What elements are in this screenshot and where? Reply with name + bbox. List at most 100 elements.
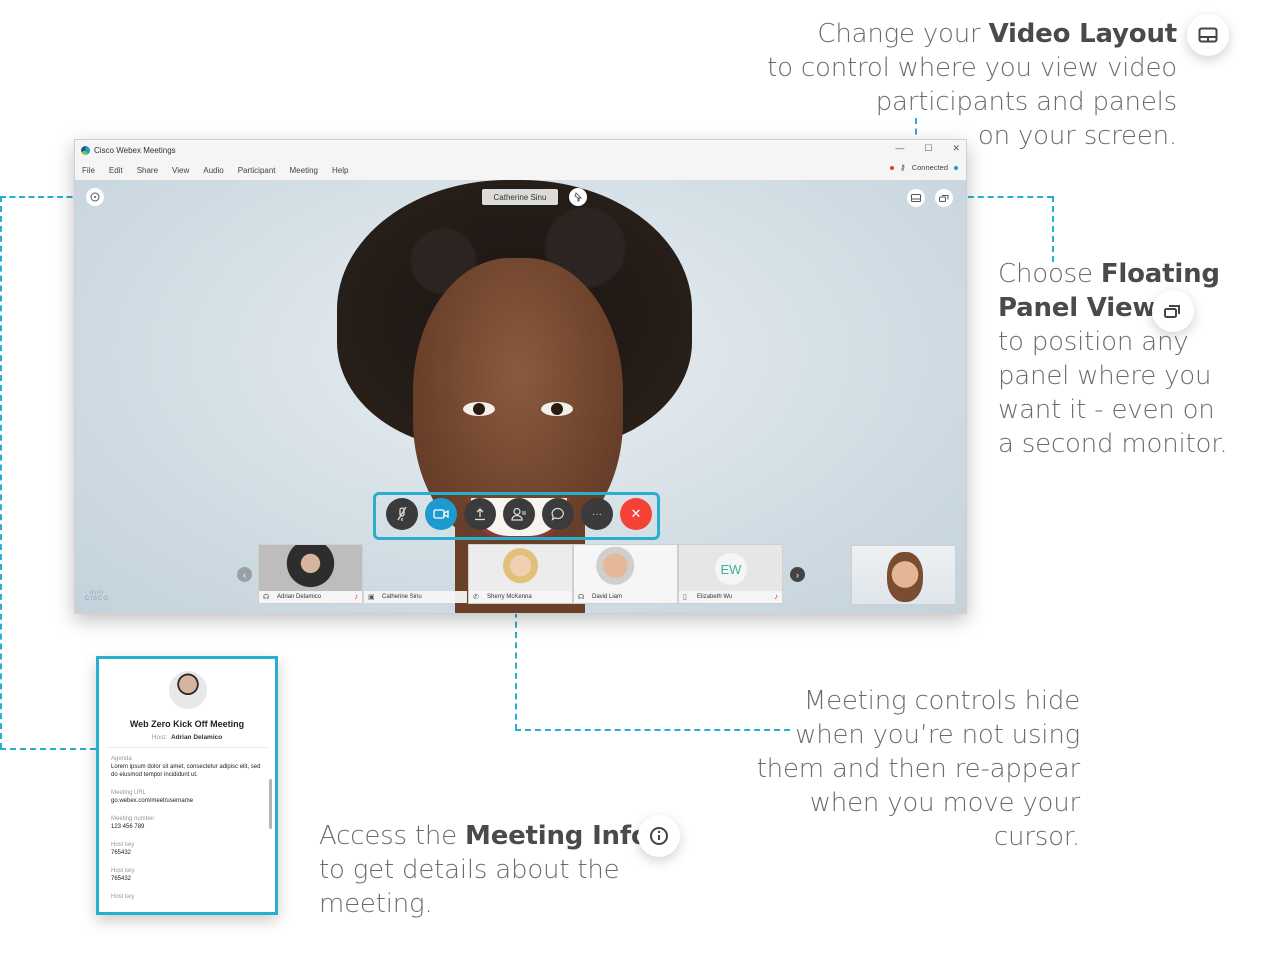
video-button[interactable] bbox=[425, 498, 457, 530]
webex-window: Cisco Webex Meetings — ☐ ✕ File Edit Sha… bbox=[74, 139, 967, 614]
participant-strip: ☊ Adrian Delamico ♪ ▣ Catherine Sinu ✆ Sherr… bbox=[258, 544, 783, 604]
participant-name: Sherry McKenna bbox=[487, 594, 532, 600]
floating-panel-button[interactable] bbox=[935, 189, 953, 207]
mute-button[interactable] bbox=[386, 498, 418, 530]
maximize-icon[interactable]: ☐ bbox=[924, 143, 932, 154]
pin-button[interactable] bbox=[569, 188, 587, 206]
participant-video bbox=[574, 545, 677, 591]
participant-tile[interactable]: ✆ Sherry McKenna bbox=[468, 544, 573, 604]
menu-file[interactable]: File bbox=[82, 166, 95, 175]
menu-bar: File Edit Share View Audio Participant M… bbox=[75, 160, 966, 180]
title-bar: Cisco Webex Meetings — ☐ ✕ bbox=[75, 140, 966, 160]
participant-tile[interactable]: EW ▯ Elizabeth Wu ♪ bbox=[678, 544, 783, 604]
active-speaker-name: Catherine Sinu bbox=[482, 189, 558, 205]
end-meeting-button[interactable]: ✕ bbox=[620, 498, 652, 530]
meeting-title: Web Zero Kick Off Meeting bbox=[129, 719, 245, 729]
participant-video bbox=[259, 545, 362, 591]
video-stage: Catherine Sinu ··· ✕ ‹ ☊ Adrian Delamico… bbox=[75, 180, 966, 613]
meeting-controls: ··· ✕ bbox=[386, 498, 652, 530]
video-system-icon: ▣ bbox=[368, 594, 375, 601]
self-view-video[interactable] bbox=[851, 545, 956, 605]
host-key: 765432 bbox=[111, 850, 132, 856]
mobile-icon: ▯ bbox=[683, 594, 687, 601]
connector-info-panel bbox=[0, 748, 96, 750]
close-icon[interactable]: ✕ bbox=[952, 143, 960, 154]
pin-icon bbox=[574, 192, 583, 202]
headset-icon: ☊ bbox=[263, 594, 270, 601]
video-layout-icon bbox=[1198, 27, 1218, 43]
menu-meeting[interactable]: Meeting bbox=[290, 166, 318, 175]
chat-bubble-icon bbox=[551, 507, 564, 521]
meeting-host: Host: Adrian Delamico bbox=[151, 734, 223, 741]
menu-audio[interactable]: Audio bbox=[203, 166, 223, 175]
divider bbox=[107, 747, 267, 748]
connector-floating-panel bbox=[958, 196, 1053, 198]
minimize-icon[interactable]: — bbox=[895, 143, 904, 154]
meeting-info-hint-badge bbox=[638, 815, 680, 857]
microphone-muted-icon: ♪ bbox=[774, 592, 778, 601]
callout-floating-panel: Choose Floating Panel View to position a… bbox=[998, 259, 1228, 459]
floating-panel-icon bbox=[1164, 305, 1180, 318]
participants-button[interactable] bbox=[503, 498, 535, 530]
participant-tile[interactable]: ☊ David Liam bbox=[573, 544, 678, 604]
webex-logo-icon bbox=[81, 145, 90, 155]
participant-tile[interactable]: ☊ Adrian Delamico ♪ bbox=[258, 544, 363, 604]
share-upload-icon bbox=[475, 508, 485, 521]
more-button[interactable]: ··· bbox=[581, 498, 613, 530]
host-avatar bbox=[169, 671, 207, 709]
participants-icon bbox=[511, 507, 526, 521]
menu-share[interactable]: Share bbox=[137, 166, 158, 175]
participant-name: Elizabeth Wu bbox=[697, 594, 733, 600]
floating-panel-icon bbox=[939, 195, 949, 202]
callout-meeting-info: Access the Meeting Info to get details a… bbox=[319, 821, 649, 919]
avatar-initials: EW bbox=[715, 553, 747, 585]
more-icon: ··· bbox=[592, 508, 602, 520]
connector-floating-panel-v bbox=[1052, 196, 1054, 262]
microphone-muted-icon: ♪ bbox=[354, 592, 358, 601]
chat-button[interactable] bbox=[542, 498, 574, 530]
callout-meeting-controls: Meeting controls hide when you’re not us… bbox=[756, 686, 1081, 852]
connector-info bbox=[0, 196, 82, 198]
participant-tile[interactable]: ▣ Catherine Sinu bbox=[363, 544, 468, 604]
video-camera-icon bbox=[433, 509, 449, 519]
meeting-info-button[interactable] bbox=[86, 188, 104, 206]
participant-video bbox=[469, 545, 572, 591]
meeting-info-fields: Agenda Lorem ipsum dolor sit amet, conse… bbox=[111, 755, 265, 901]
app-title: Cisco Webex Meetings bbox=[94, 145, 176, 155]
video-layout-hint-badge bbox=[1187, 14, 1229, 56]
meeting-url-link[interactable]: go.webex.com/meet/username bbox=[111, 797, 265, 805]
chevron-right-icon: › bbox=[796, 569, 799, 580]
strip-prev-button[interactable]: ‹ bbox=[237, 567, 252, 582]
chevron-left-icon: ‹ bbox=[243, 569, 246, 580]
video-layout-button[interactable] bbox=[907, 189, 925, 207]
connected-dot-icon bbox=[954, 165, 958, 170]
microphone-muted-icon bbox=[397, 506, 407, 521]
floating-panel-hint-badge bbox=[1152, 290, 1194, 332]
phone-icon: ✆ bbox=[473, 594, 479, 601]
strip-next-button[interactable]: › bbox=[790, 567, 805, 582]
scrollbar[interactable] bbox=[269, 779, 272, 829]
cisco-logo: ılıılı CISCO bbox=[85, 590, 110, 602]
info-icon bbox=[650, 827, 668, 845]
menu-help[interactable]: Help bbox=[332, 166, 348, 175]
menu-view[interactable]: View bbox=[172, 166, 189, 175]
agenda-text: Lorem ipsum dolor sit amet, consectetur … bbox=[111, 764, 261, 778]
connector-controls-h bbox=[515, 729, 790, 731]
status-label: Connected bbox=[911, 163, 948, 172]
connection-status: ⚷ Connected bbox=[889, 163, 958, 172]
key-icon: ⚷ bbox=[899, 163, 906, 172]
headset-icon: ☊ bbox=[578, 594, 585, 601]
participant-name: David Liam bbox=[592, 594, 623, 600]
meeting-number: 123 456 789 bbox=[111, 824, 145, 830]
video-layout-icon bbox=[911, 194, 921, 202]
meeting-info-panel: Web Zero Kick Off Meeting Host: Adrian De… bbox=[96, 656, 278, 915]
share-button[interactable] bbox=[464, 498, 496, 530]
close-icon: ✕ bbox=[630, 506, 642, 521]
menu-participant[interactable]: Participant bbox=[238, 166, 276, 175]
info-icon bbox=[90, 192, 100, 202]
participant-name: Catherine Sinu bbox=[382, 594, 422, 600]
callout-video-layout: Change your Video Layout to control wher… bbox=[767, 19, 1177, 151]
recording-indicator-icon bbox=[889, 165, 894, 170]
menu-edit[interactable]: Edit bbox=[109, 166, 123, 175]
participant-name: Adrian Delamico bbox=[277, 594, 322, 600]
